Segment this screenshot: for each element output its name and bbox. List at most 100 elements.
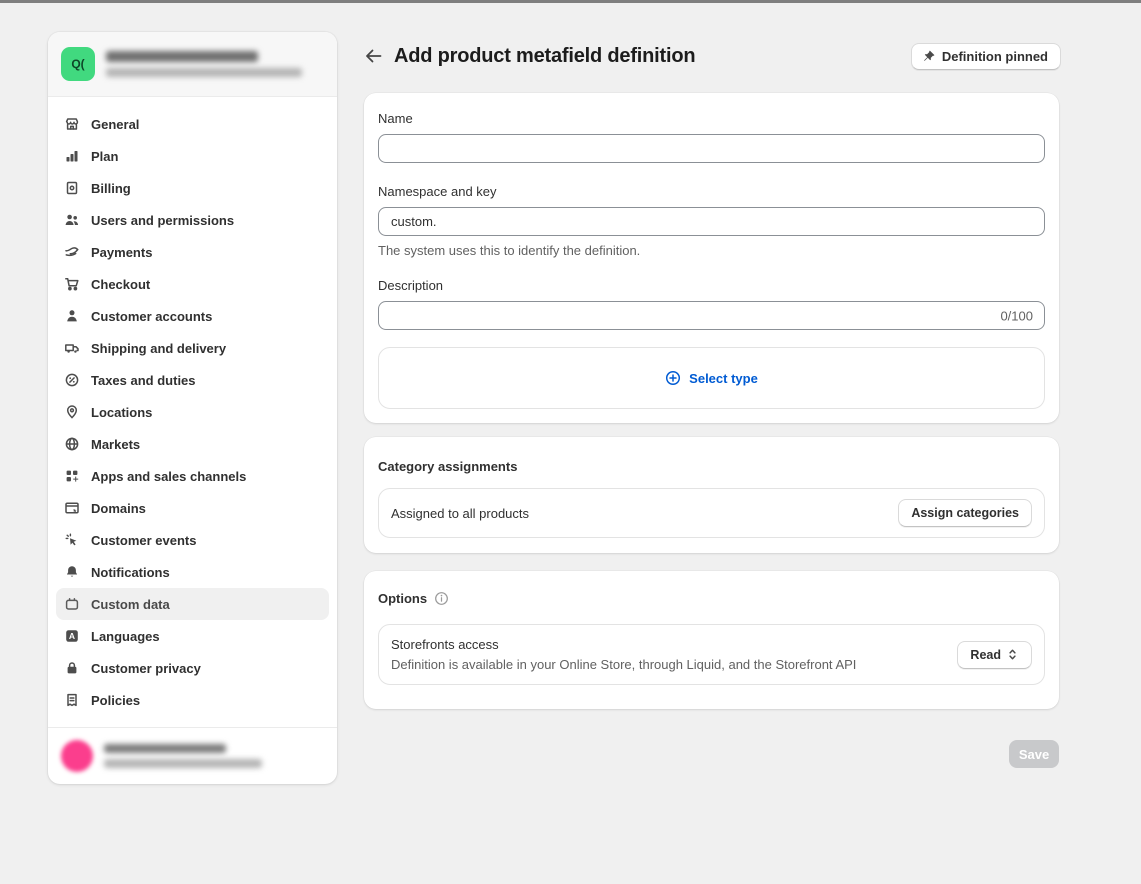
sidebar-item-label: Customer events [91,533,196,548]
sidebar-item-apps-sales-channels[interactable]: Apps and sales channels [56,460,329,492]
sidebar-item-label: Billing [91,181,131,196]
user-name-redacted [104,744,226,753]
lock-icon [64,660,80,676]
page-header: Add product metafield definition Definit… [364,40,1061,72]
sidebar-item-customer-privacy[interactable]: Customer privacy [56,652,329,684]
storefronts-access-title: Storefronts access [391,637,856,652]
definition-form-card: Name Namespace and key The system uses t… [364,93,1059,423]
policy-document-icon [64,692,80,708]
sidebar-item-customer-events[interactable]: Customer events [56,524,329,556]
select-type-box: Select type [378,347,1045,409]
page-title: Add product metafield definition [394,45,695,68]
name-label: Name [378,111,1045,126]
sidebar-item-general[interactable]: General [56,108,329,140]
sidebar-item-label: Users and permissions [91,213,234,228]
person-icon [64,308,80,324]
definition-pinned-label: Definition pinned [942,49,1048,64]
back-arrow-icon[interactable] [364,46,384,66]
storefronts-access-description: Definition is available in your Online S… [391,657,856,672]
store-header[interactable]: Q( [48,32,337,97]
sidebar-item-label: Domains [91,501,146,516]
sidebar-item-checkout[interactable]: Checkout [56,268,329,300]
sidebar-item-label: Custom data [91,597,170,612]
sidebar-item-payments[interactable]: Payments [56,236,329,268]
sidebar-item-shipping-delivery[interactable]: Shipping and delivery [56,332,329,364]
sidebar-item-label: Locations [91,405,152,420]
sidebar-item-label: Customer accounts [91,309,212,324]
select-type-button[interactable]: Select type [665,370,758,386]
settings-sidebar: Q( General Plan Billing Users and permis… [48,32,337,784]
name-input[interactable] [378,134,1045,163]
store-name-redacted [106,51,258,62]
sidebar-item-label: Taxes and duties [91,373,196,388]
settings-nav: General Plan Billing Users and permissio… [48,97,337,727]
globe-icon [64,436,80,452]
sidebar-item-label: Shipping and delivery [91,341,226,356]
storefronts-access-value: Read [970,648,1001,662]
apps-grid-icon [64,468,80,484]
database-icon [64,596,80,612]
sidebar-item-label: Languages [91,629,160,644]
namespace-key-label: Namespace and key [378,184,1045,199]
chevron-up-down-icon [1006,648,1019,661]
bell-icon [64,564,80,580]
sidebar-item-languages[interactable]: A Languages [56,620,329,652]
sidebar-item-customer-accounts[interactable]: Customer accounts [56,300,329,332]
sidebar-item-plan[interactable]: Plan [56,140,329,172]
sidebar-item-label: Plan [91,149,118,164]
options-card: Options Storefronts access Definition is… [364,571,1059,709]
sidebar-item-label: Markets [91,437,140,452]
sidebar-item-custom-data[interactable]: Custom data [56,588,329,620]
assign-categories-button[interactable]: Assign categories [898,499,1032,527]
user-avatar [61,740,93,772]
sidebar-item-label: Policies [91,693,140,708]
location-pin-icon [64,404,80,420]
sidebar-item-notifications[interactable]: Notifications [56,556,329,588]
sidebar-item-label: Apps and sales channels [91,469,246,484]
sidebar-item-label: Notifications [91,565,170,580]
storefronts-access-select[interactable]: Read [957,641,1032,669]
sidebar-item-label: General [91,117,139,132]
pin-icon [922,49,936,63]
store-icon [64,116,80,132]
sidebar-item-users-permissions[interactable]: Users and permissions [56,204,329,236]
translate-icon: A [64,628,80,644]
sidebar-item-policies[interactable]: Policies [56,684,329,716]
sidebar-item-markets[interactable]: Markets [56,428,329,460]
plus-circle-icon [665,370,681,386]
users-icon [64,212,80,228]
sidebar-item-label: Checkout [91,277,150,292]
payments-icon [64,244,80,260]
category-status-text: Assigned to all products [391,506,529,521]
billing-icon [64,180,80,196]
sidebar-item-locations[interactable]: Locations [56,396,329,428]
top-window-strip [0,0,1141,3]
svg-text:A: A [69,631,75,641]
sidebar-item-billing[interactable]: Billing [56,172,329,204]
store-avatar: Q( [61,47,95,81]
sidebar-item-label: Customer privacy [91,661,201,676]
category-assignments-card: Category assignments Assigned to all pro… [364,437,1059,553]
info-icon[interactable] [434,591,449,606]
storefronts-access-text: Storefronts access Definition is availab… [391,637,856,672]
user-email-redacted [104,759,262,768]
definition-pinned-button[interactable]: Definition pinned [911,43,1061,70]
description-input[interactable] [378,301,1045,330]
category-assignment-row: Assigned to all products Assign categori… [378,488,1045,538]
namespace-helper-text: The system uses this to identify the def… [378,243,1045,258]
browser-icon [64,500,80,516]
user-card[interactable] [48,727,337,784]
store-domain-redacted [106,68,302,77]
category-assignments-title: Category assignments [378,459,1045,474]
plan-chart-icon [64,148,80,164]
save-button[interactable]: Save [1009,740,1059,768]
truck-icon [64,340,80,356]
sidebar-item-taxes-duties[interactable]: Taxes and duties [56,364,329,396]
sidebar-item-domains[interactable]: Domains [56,492,329,524]
sidebar-item-label: Payments [91,245,152,260]
select-type-label: Select type [689,371,758,386]
namespace-key-input[interactable] [378,207,1045,236]
percent-icon [64,372,80,388]
description-label: Description [378,278,1045,293]
storefronts-access-row: Storefronts access Definition is availab… [378,624,1045,685]
